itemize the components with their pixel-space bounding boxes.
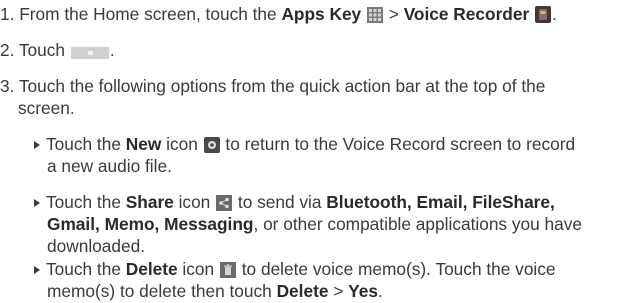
share-label: Share xyxy=(125,192,174,212)
bullet-text: icon xyxy=(177,259,219,279)
bullet-new: Touch the New icon to return to the Voic… xyxy=(34,133,575,155)
bullet-share-continued: Gmail, Memo, Messaging, or other compati… xyxy=(47,213,582,235)
separator: > xyxy=(383,4,404,24)
apps-grid-icon xyxy=(366,6,383,28)
step-text: Touch xyxy=(18,40,66,60)
share-targets-label: Gmail, Memo, Messaging xyxy=(47,214,254,234)
voice-recorder-icon xyxy=(535,6,551,28)
instructions-page: 1. From the Home screen, touch the Apps … xyxy=(0,0,638,303)
bullet-text: to send via xyxy=(233,192,327,212)
step-1: 1. From the Home screen, touch the Apps … xyxy=(0,3,557,25)
bullet-text: , or other compatible applications you h… xyxy=(253,214,583,234)
step-number: 1. xyxy=(0,4,15,24)
step-3-continued: screen. xyxy=(18,97,75,119)
share-targets-label: Bluetooth, Email, FileShare, xyxy=(326,192,555,212)
bullet-text: icon xyxy=(173,192,216,212)
delete-label: Delete xyxy=(276,281,329,301)
step-end: . xyxy=(552,4,557,24)
step-text: screen. xyxy=(18,98,75,118)
step-3: 3. Touch the following options from the … xyxy=(0,75,545,97)
bullet-text: Touch the xyxy=(46,192,126,212)
bullet-delete-continued: memo(s) to delete then touch Delete > Ye… xyxy=(47,280,383,302)
bullet-text: downloaded. xyxy=(47,236,146,256)
bullet-text: Touch the xyxy=(46,134,126,154)
list-button-icon xyxy=(70,42,109,64)
separator: > xyxy=(328,281,349,301)
bullet-share-continued: downloaded. xyxy=(47,235,145,257)
bullet-text: icon xyxy=(161,134,203,154)
bullet-text: Touch the xyxy=(46,259,126,279)
bullet-text: to delete voice memo(s). Touch the voice xyxy=(236,259,556,279)
step-number: 3. xyxy=(0,76,15,96)
step-number: 2. xyxy=(0,40,15,60)
delete-label: Delete xyxy=(125,259,178,279)
new-label: New xyxy=(125,134,162,154)
bullet-delete: Touch the Delete icon to delete voice me… xyxy=(34,258,556,280)
yes-label: Yes xyxy=(348,281,378,301)
bullet-text: to return to the Voice Record screen to … xyxy=(220,134,576,154)
bullet-share: Touch the Share icon to send via Bluetoo… xyxy=(34,191,555,213)
step-text: Touch the following options from the qui… xyxy=(18,76,546,96)
apps-key-label: Apps Key xyxy=(281,4,362,24)
step-text: From the Home screen, touch the xyxy=(19,4,282,24)
step-end: . xyxy=(109,40,115,60)
step-2: 2. Touch . xyxy=(0,39,115,61)
voice-recorder-label: Voice Recorder xyxy=(403,4,530,24)
bullet-arrow-icon xyxy=(34,199,40,207)
bullet-arrow-icon xyxy=(34,266,40,274)
bullet-new-continued: a new audio file. xyxy=(47,155,172,177)
bullet-text: a new audio file. xyxy=(47,156,172,176)
new-record-icon xyxy=(203,136,220,158)
bullet-arrow-icon xyxy=(34,141,40,149)
bullet-text: memo(s) to delete then touch xyxy=(47,281,277,301)
bullet-text: . xyxy=(377,281,383,301)
